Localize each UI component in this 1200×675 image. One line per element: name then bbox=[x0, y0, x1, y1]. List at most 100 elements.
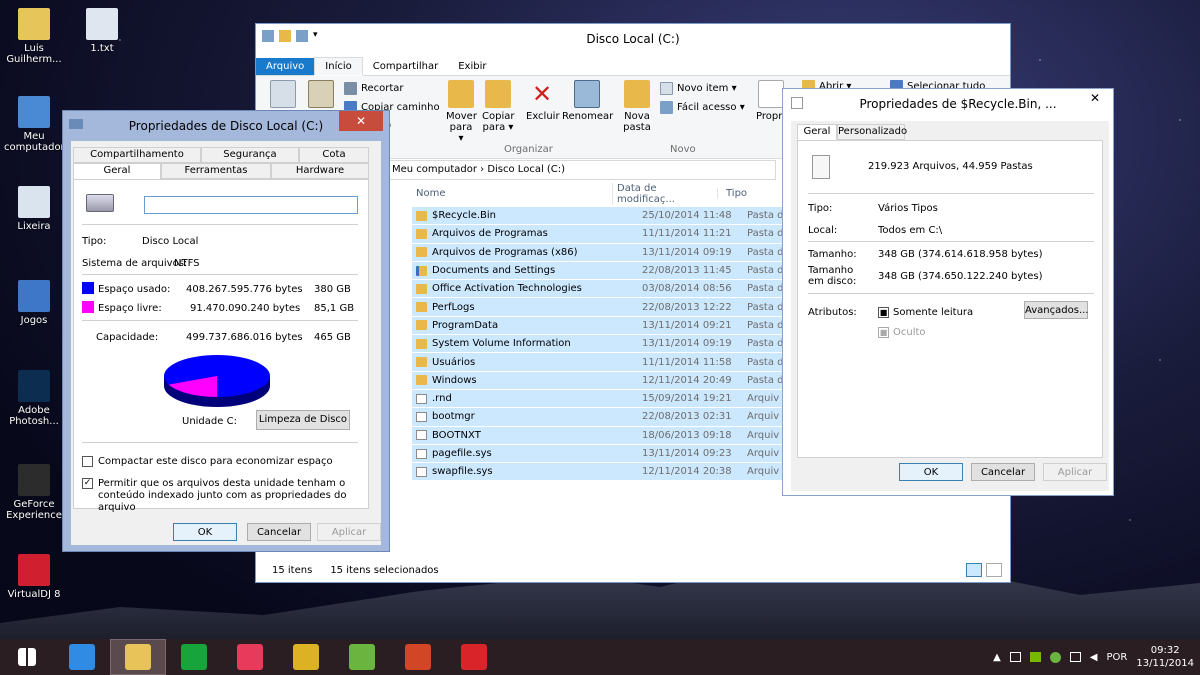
tabs-row-top: Compartilhamento Segurança Cota bbox=[73, 147, 369, 163]
tab-cota[interactable]: Cota bbox=[299, 147, 369, 163]
paste-button[interactable] bbox=[308, 80, 334, 111]
quick-access-toolbar: ▾ bbox=[262, 30, 318, 42]
file-name-cell: Arquivos de Programas bbox=[412, 228, 638, 239]
undo-qat-icon[interactable] bbox=[296, 30, 308, 42]
details-view-icon[interactable] bbox=[966, 563, 982, 577]
tab-inicio[interactable]: Início bbox=[314, 57, 363, 76]
close-icon[interactable]: ✕ bbox=[1081, 89, 1109, 109]
desktop-icon[interactable]: Luis Guilherm... bbox=[4, 8, 64, 65]
desktop-icon[interactable]: Adobe Photosh... bbox=[4, 370, 64, 427]
taskbar-button[interactable] bbox=[166, 639, 222, 675]
apply-button[interactable]: Aplicar bbox=[1043, 463, 1107, 481]
index-checkbox[interactable]: ✓ bbox=[82, 478, 93, 489]
file-name: Usuários bbox=[432, 356, 476, 368]
cancel-button[interactable]: Cancelar bbox=[247, 523, 311, 541]
new-folder-button[interactable]: Nova pasta bbox=[622, 80, 652, 133]
taskbar-button[interactable] bbox=[334, 639, 390, 675]
tab-geral[interactable]: Geral bbox=[797, 124, 837, 140]
taskbar-button[interactable] bbox=[0, 639, 54, 675]
file-type: Pasta d bbox=[747, 283, 784, 295]
new-item-button[interactable]: Novo item ▾ bbox=[660, 82, 737, 95]
tab-exibir[interactable]: Exibir bbox=[448, 58, 496, 75]
file-date: 13/11/2014 09:19 bbox=[642, 338, 732, 350]
copy-button[interactable] bbox=[270, 80, 296, 111]
action-center-icon[interactable] bbox=[1009, 652, 1021, 662]
desktop-icon[interactable]: Jogos bbox=[4, 280, 64, 326]
ok-button[interactable]: OK bbox=[173, 523, 237, 541]
copy-to-button[interactable]: Copiar para ▾ bbox=[482, 80, 514, 133]
desktop-icon[interactable]: Meu computador bbox=[4, 96, 65, 153]
desktop-icon[interactable]: GeForce Experience bbox=[4, 464, 64, 521]
tab-arquivo[interactable]: Arquivo bbox=[256, 58, 315, 75]
rename-button[interactable]: Renomear bbox=[562, 80, 613, 122]
volume-icon[interactable]: ◀ bbox=[1090, 652, 1098, 663]
taskbar-button[interactable] bbox=[446, 639, 502, 675]
nvidia-tray-icon[interactable] bbox=[1029, 652, 1041, 662]
file-name: PerfLogs bbox=[432, 301, 475, 313]
ok-button[interactable]: OK bbox=[899, 463, 963, 481]
disk-cleanup-button[interactable]: Limpeza de Disco bbox=[256, 410, 350, 430]
recycle-properties-titlebar: Propriedades de $Recycle.Bin, ... ✕ bbox=[783, 89, 1113, 119]
recycle-tabs: Geral Personalizado bbox=[797, 124, 907, 140]
hidden-checkbox[interactable]: ■ bbox=[878, 327, 889, 338]
file-name-cell: Windows bbox=[412, 375, 638, 386]
cut-button[interactable]: Recortar bbox=[344, 82, 404, 95]
type-value: Disco Local bbox=[142, 236, 199, 247]
advanced-button[interactable]: Avançados... bbox=[1024, 301, 1088, 319]
address-bar[interactable]: Meu computador › Disco Local (C:) bbox=[386, 160, 776, 180]
files-title-icon bbox=[791, 97, 803, 109]
desktop-icon[interactable]: Lixeira bbox=[4, 186, 64, 232]
easy-access-button[interactable]: Fácil acesso ▾ bbox=[660, 101, 745, 114]
itunes-icon bbox=[237, 644, 263, 670]
desktop-icon-label: Meu computador bbox=[4, 131, 65, 153]
file-date: 13/11/2014 09:23 bbox=[642, 448, 732, 459]
tab-ferramentas[interactable]: Ferramentas bbox=[161, 163, 271, 179]
qat-dropdown-icon[interactable]: ▾ bbox=[313, 30, 318, 42]
close-icon[interactable]: ✕ bbox=[339, 111, 383, 131]
desktop-icon[interactable]: VirtualDJ 8 bbox=[4, 554, 64, 600]
tab-compartilhamento[interactable]: Compartilhamento bbox=[73, 147, 201, 163]
taskbar-button[interactable] bbox=[278, 639, 334, 675]
delete-button[interactable]: ✕ Excluir bbox=[526, 80, 560, 122]
free-space-label: Espaço livre: bbox=[98, 303, 162, 314]
tab-personalizado[interactable]: Personalizado bbox=[837, 124, 907, 140]
taskbar-button[interactable] bbox=[222, 639, 278, 675]
compress-label: Compactar este disco para economizar esp… bbox=[98, 456, 333, 467]
tab-geral[interactable]: Geral bbox=[73, 163, 161, 180]
volume-name-input[interactable] bbox=[144, 196, 358, 214]
folder-icon bbox=[416, 375, 427, 386]
folder-icon bbox=[416, 210, 427, 221]
store-icon bbox=[181, 644, 207, 670]
separator bbox=[808, 241, 1094, 242]
tab-seguranca[interactable]: Segurança bbox=[201, 147, 299, 163]
utorrent-tray-icon[interactable] bbox=[1049, 651, 1061, 663]
new-folder-icon bbox=[624, 80, 650, 108]
taskbar-button[interactable] bbox=[390, 639, 446, 675]
move-to-button[interactable]: Mover para ▾ bbox=[446, 80, 477, 144]
file-type: Arquiv bbox=[747, 466, 780, 478]
delete-label: Excluir bbox=[526, 111, 560, 122]
taskbar-button[interactable] bbox=[110, 639, 166, 675]
capacity-label: Capacidade: bbox=[96, 332, 159, 343]
desktop-icon[interactable]: 1.txt bbox=[72, 8, 132, 54]
column-name[interactable]: Nome bbox=[386, 188, 612, 199]
separator bbox=[82, 274, 358, 275]
new-folder-qat-icon[interactable] bbox=[279, 30, 291, 42]
tab-compartilhar[interactable]: Compartilhar bbox=[363, 58, 448, 75]
column-date[interactable]: Data de modificaç... bbox=[612, 182, 717, 205]
properties-qat-icon[interactable] bbox=[262, 30, 274, 42]
compress-checkbox[interactable] bbox=[82, 456, 93, 467]
cancel-button[interactable]: Cancelar bbox=[971, 463, 1035, 481]
readonly-checkbox[interactable]: ■ bbox=[878, 307, 889, 318]
file-name-cell: Documents and Settings bbox=[412, 265, 638, 276]
large-icons-view-icon[interactable] bbox=[986, 563, 1002, 577]
taskbar-button[interactable] bbox=[54, 639, 110, 675]
column-type[interactable]: Tipo bbox=[717, 188, 747, 199]
network-icon[interactable] bbox=[1069, 652, 1081, 662]
tab-hardware[interactable]: Hardware bbox=[271, 163, 369, 179]
disk-properties-dialog: Propriedades de Disco Local (C:) ✕ Compa… bbox=[62, 110, 390, 552]
show-hidden-icons-icon[interactable]: ▲ bbox=[993, 652, 1001, 663]
apply-button[interactable]: Aplicar bbox=[317, 523, 381, 541]
language-indicator[interactable]: POR bbox=[1107, 652, 1128, 663]
clock[interactable]: 09:32 13/11/2014 bbox=[1136, 644, 1194, 670]
